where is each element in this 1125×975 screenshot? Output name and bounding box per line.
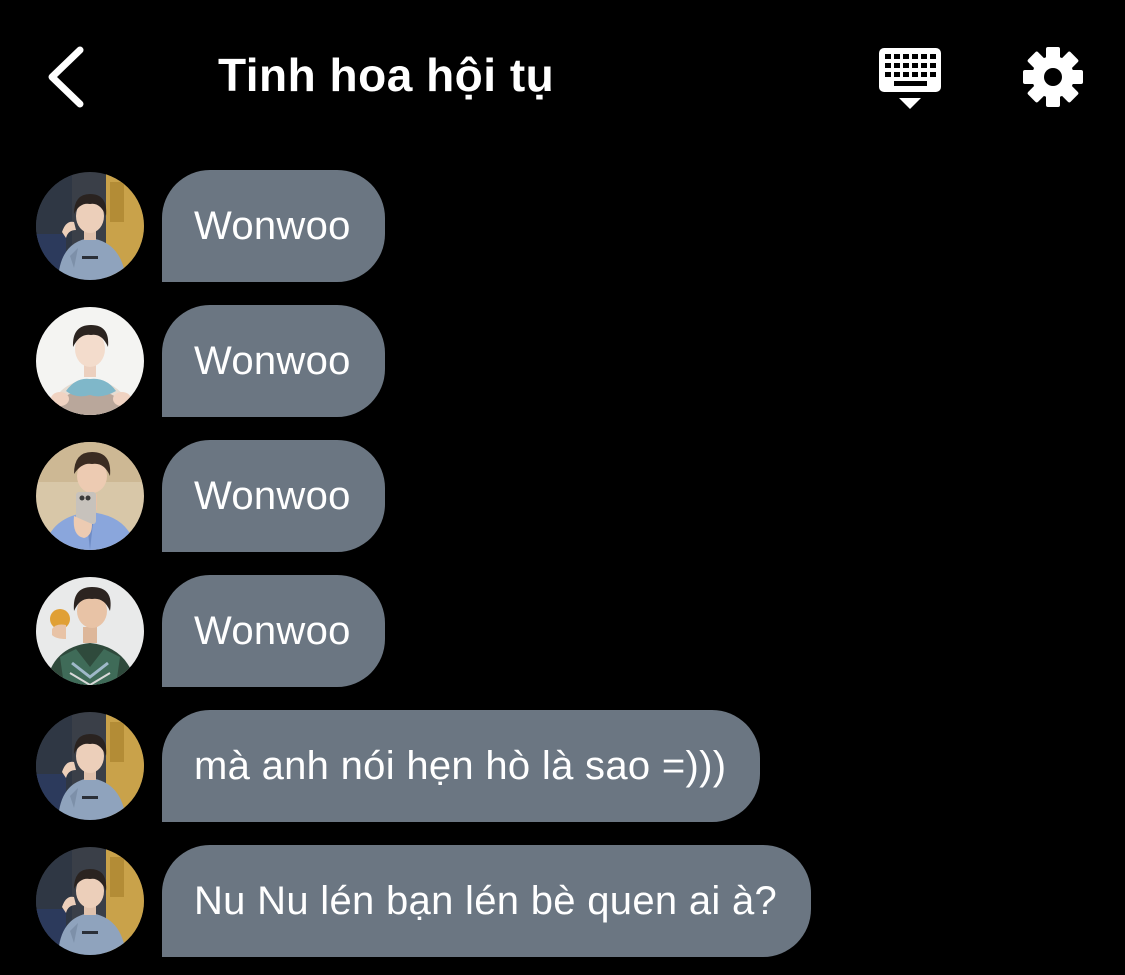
message-text: Wonwoo: [194, 473, 351, 518]
avatar-boy-scarf: [36, 307, 144, 415]
chat-header: Tinh hoa hội tụ: [0, 0, 1125, 150]
settings-button[interactable]: [1020, 44, 1086, 110]
message-text: mà anh nói hẹn hò là sao =))): [194, 743, 727, 788]
keyboard-hide-icon: [879, 48, 941, 109]
message-text: Nu Nu lén bạn lén bè quen ai à?: [194, 878, 778, 923]
avatar[interactable]: [36, 577, 144, 685]
message-row: mà anh nói hẹn hò là sao =))): [0, 710, 1125, 822]
message-row: Wonwoo: [0, 170, 1125, 282]
avatar[interactable]: [36, 307, 144, 415]
keyboard-hide-button[interactable]: [875, 44, 945, 114]
back-button[interactable]: [40, 40, 100, 114]
avatar-boy-blue-hoodie: [36, 712, 144, 820]
message-text: Wonwoo: [194, 608, 351, 653]
avatar-boy-blue-hoodie: [36, 847, 144, 955]
message-bubble[interactable]: Wonwoo: [162, 305, 385, 417]
chat-title: Tinh hoa hội tụ: [218, 49, 555, 101]
message-row: Wonwoo: [0, 575, 1125, 687]
avatar-boy-phone-selfie: [36, 442, 144, 550]
avatar[interactable]: [36, 712, 144, 820]
message-bubble[interactable]: Wonwoo: [162, 440, 385, 552]
avatar[interactable]: [36, 172, 144, 280]
message-text: Wonwoo: [194, 338, 351, 383]
message-bubble[interactable]: Wonwoo: [162, 170, 385, 282]
message-row: Wonwoo: [0, 440, 1125, 552]
message-bubble[interactable]: mà anh nói hẹn hò là sao =))): [162, 710, 761, 822]
message-text: Wonwoo: [194, 203, 351, 248]
avatar-boy-blue-hoodie: [36, 172, 144, 280]
message-bubble[interactable]: Nu Nu lén bạn lén bè quen ai à?: [162, 845, 812, 957]
message-bubble[interactable]: Wonwoo: [162, 575, 385, 687]
gear-icon: [1023, 47, 1083, 107]
avatar-boy-green-jacket: [36, 577, 144, 685]
avatar[interactable]: [36, 847, 144, 955]
message-row: Nu Nu lén bạn lén bè quen ai à?: [0, 845, 1125, 957]
message-row: Wonwoo: [0, 305, 1125, 417]
chevron-left-icon: [48, 46, 84, 108]
avatar[interactable]: [36, 442, 144, 550]
